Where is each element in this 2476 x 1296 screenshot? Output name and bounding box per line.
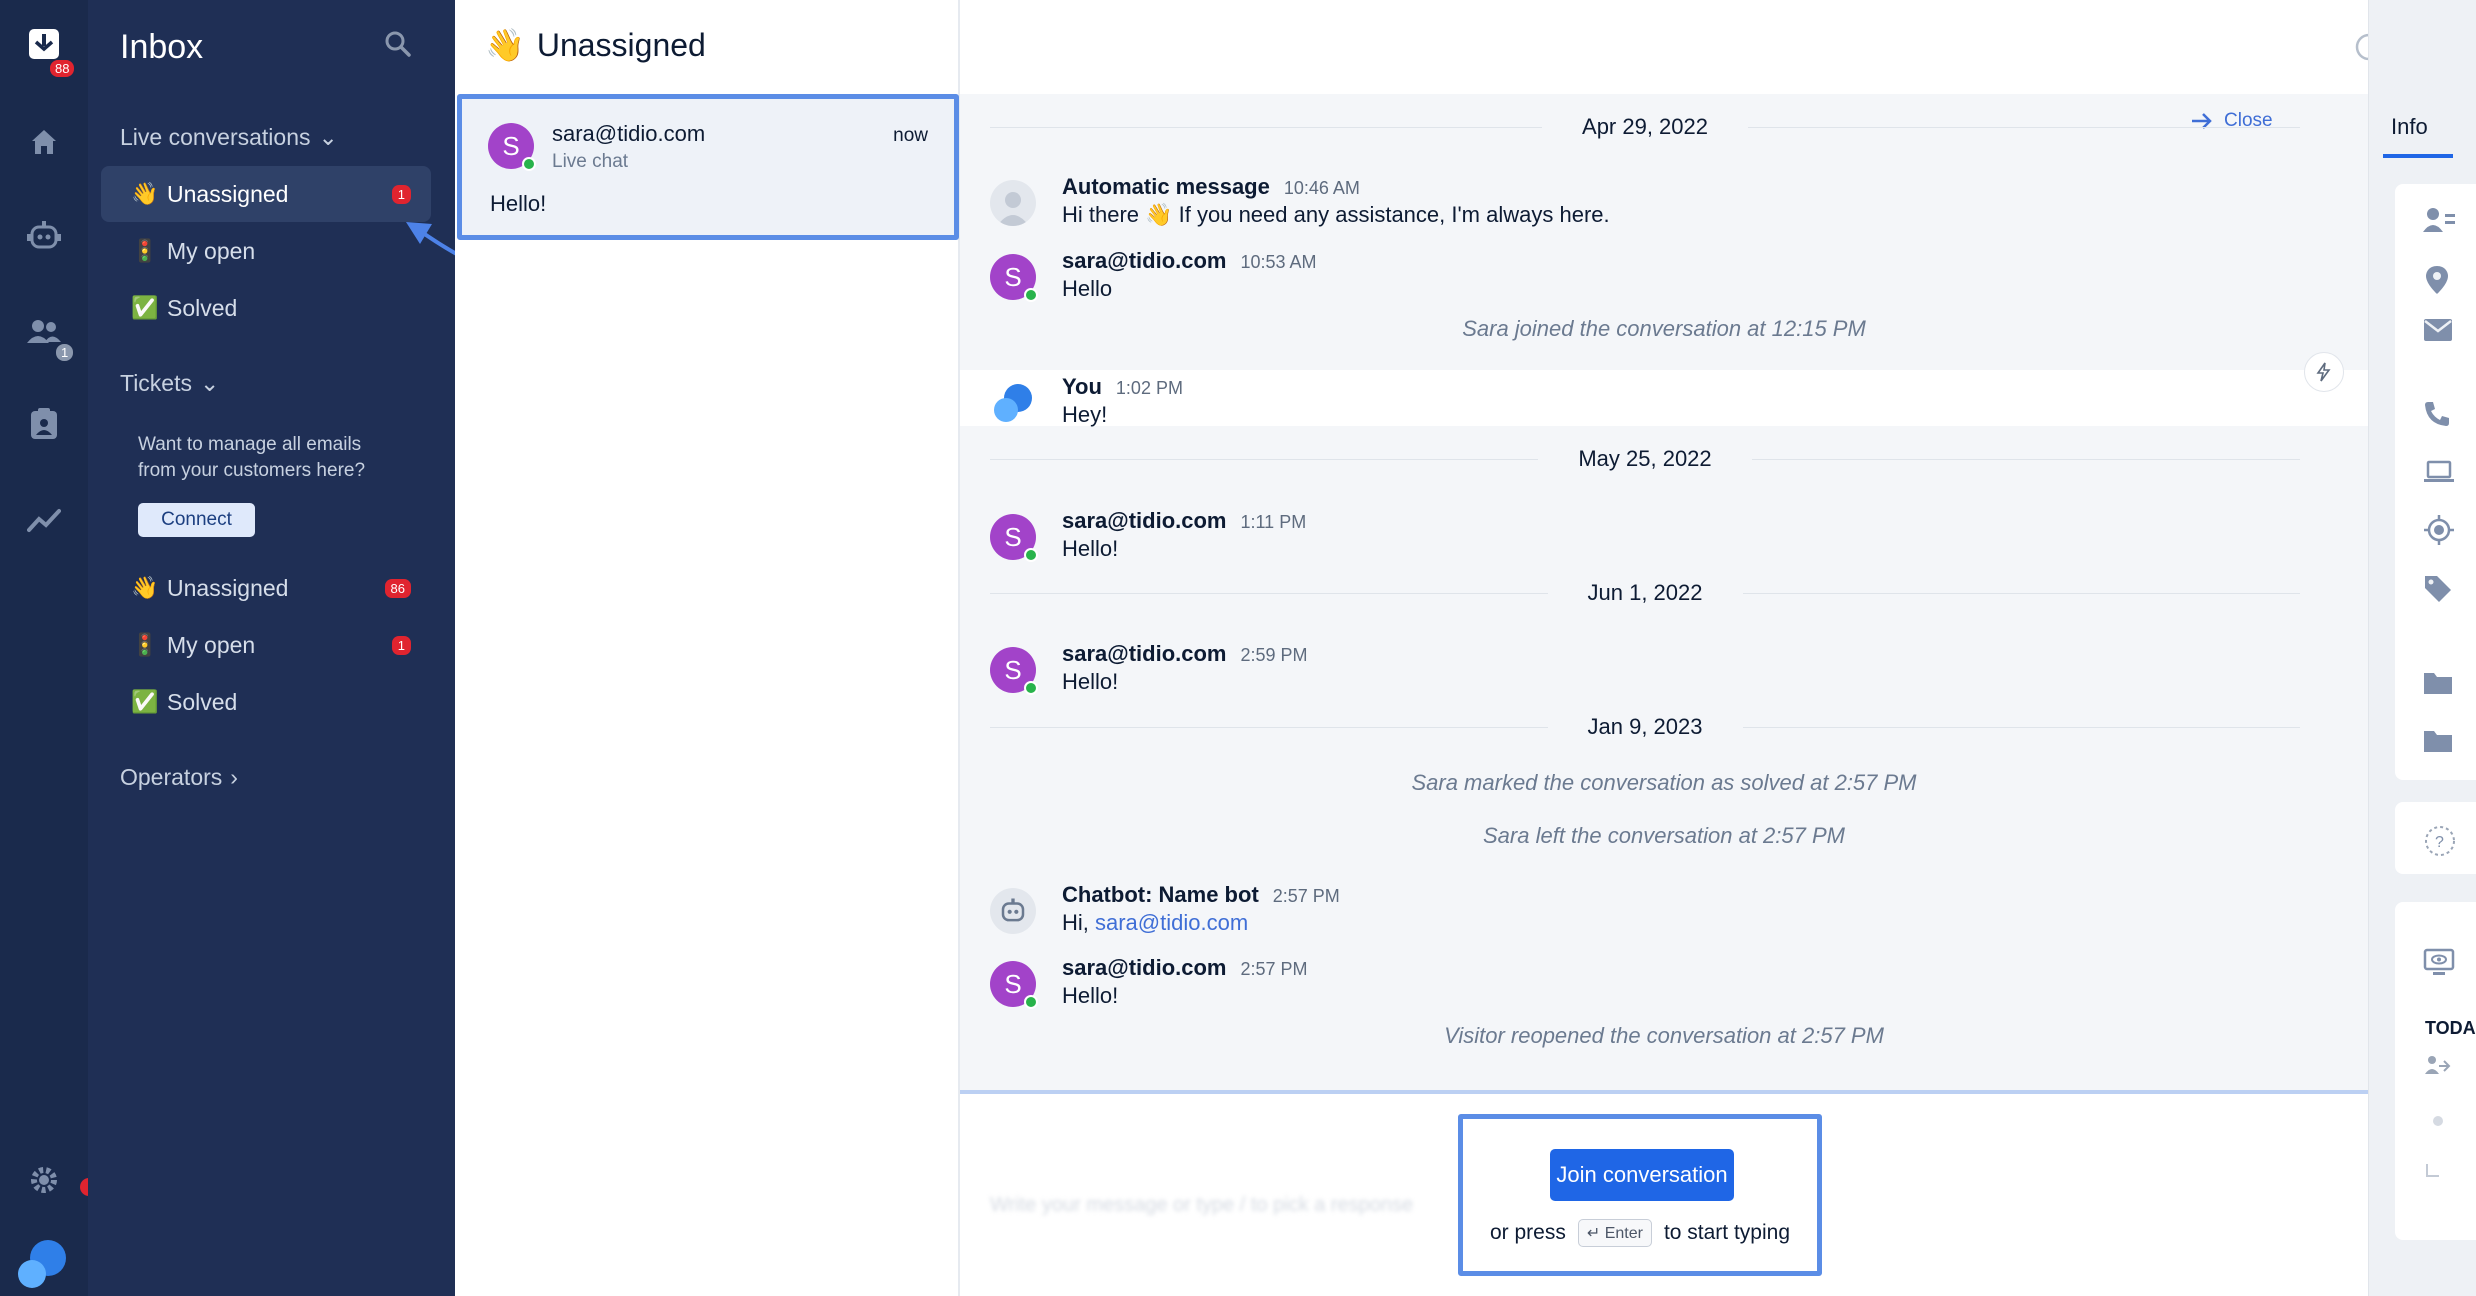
wave-icon: 👋 [485, 27, 525, 63]
tab-underline [2383, 154, 2453, 158]
avatar [990, 180, 1036, 226]
online-status-dot [1024, 681, 1038, 695]
chevron-down-icon: ⌄ [200, 370, 220, 396]
system-message: Visitor reopened the conversation at 2:5… [1444, 1023, 1884, 1048]
analytics-icon[interactable] [24, 500, 64, 540]
avatar: S [990, 647, 1038, 695]
search-icon[interactable] [384, 30, 412, 63]
conversation-email: sara@tidio.com [552, 121, 706, 146]
help-icon[interactable]: ? [2423, 824, 2457, 858]
inbox-icon[interactable] [24, 24, 64, 64]
wave-icon: 👋 [131, 181, 159, 206]
check-icon: ✅ [131, 689, 159, 714]
avatar: S [990, 514, 1038, 562]
traffic-light-icon: 🚦 [131, 238, 159, 263]
inbox-badge: 88 [50, 60, 75, 77]
nav-tickets-unassigned[interactable]: 👋 Unassigned 86 [101, 560, 431, 616]
avatar: S [990, 254, 1038, 302]
date-separator: Apr 29, 2022 [990, 112, 2301, 142]
tickets-my-open-badge: 1 [391, 635, 411, 655]
visitor-arrow-icon [2425, 1056, 2451, 1074]
return-arrow-icon [2426, 1164, 2439, 1177]
chatbot-avatar-icon [990, 888, 1036, 934]
chat-header [960, 0, 2383, 94]
info-panel: Info ? TODA [2368, 0, 2476, 1296]
tickets-promo-text: Want to manage all emails from your cust… [138, 434, 366, 481]
online-status-dot [522, 157, 536, 171]
online-status-dot [1024, 548, 1038, 562]
home-icon[interactable] [24, 122, 64, 162]
svg-text:?: ? [2435, 834, 2444, 851]
nav-tickets-my-open[interactable]: 🚦 My open 1 [101, 617, 431, 673]
chevron-right-icon: › [230, 764, 238, 790]
icon-rail: 88 1 [0, 0, 98, 1296]
system-message: Sara joined the conversation at 12:15 PM [1462, 316, 1866, 341]
target-icon[interactable] [2423, 514, 2455, 546]
message-visitor: S sara@tidio.com 2:57 PM Hello! [990, 955, 2320, 1015]
online-status-dot [1024, 995, 1038, 1009]
traffic-light-icon: 🚦 [131, 632, 159, 657]
operators-header[interactable]: Operators › [120, 764, 238, 791]
sidebar-title: Inbox [120, 28, 204, 66]
nav-live-solved[interactable]: ✅ Solved [101, 280, 431, 336]
wave-icon: 👋 [131, 575, 159, 600]
conversation-card[interactable]: S sara@tidio.com Live chat now Hello! [457, 94, 959, 240]
list-heading: 👋 Unassigned [485, 26, 706, 64]
tag-icon[interactable] [2423, 574, 2453, 604]
monitor-eye-icon[interactable] [2423, 948, 2455, 976]
tidio-logo-icon[interactable] [14, 1236, 68, 1290]
folder-icon[interactable] [2423, 670, 2453, 696]
check-icon: ✅ [131, 295, 159, 320]
chevron-down-icon: ⌄ [318, 124, 338, 150]
conversation-time: now [893, 125, 928, 146]
today-label: TODA [2425, 1018, 2476, 1038]
message-automatic: Automatic message 10:46 AM Hi there 👋 If … [990, 174, 2320, 234]
live-conversations-header[interactable]: Live conversations ⌄ [120, 124, 338, 151]
chat-area: Close Apr 29, 2022 Automatic message 10:4… [960, 0, 2383, 1296]
tickets-unassigned-badge: 86 [384, 578, 411, 598]
email-icon[interactable] [2423, 318, 2453, 342]
operator-avatar-icon [990, 380, 1036, 426]
unassigned-count-badge: 1 [391, 184, 411, 204]
connect-button[interactable]: Connect [138, 503, 255, 537]
bot-icon[interactable] [24, 216, 64, 256]
tickets-icon[interactable] [24, 404, 64, 444]
composer-placeholder: Write your message or type / to pick a r… [990, 1194, 1414, 1216]
message-visitor: S sara@tidio.com 2:59 PM Hello! [990, 641, 2320, 701]
message-visitor: S sara@tidio.com 1:11 PM Hello! [990, 508, 2320, 568]
avatar: S [488, 123, 536, 171]
join-hint: or press ↵ Enter to start typing [1463, 1219, 1817, 1247]
join-conversation-button[interactable]: Join conversation [1550, 1149, 1734, 1201]
folder-icon[interactable] [2423, 728, 2453, 754]
contact-card-icon[interactable] [2423, 206, 2455, 234]
system-message: Sara left the conversation at 2:57 PM [1483, 823, 1845, 848]
enter-key-hint: ↵ Enter [1577, 1219, 1652, 1247]
conversation-channel: Live chat [552, 151, 629, 172]
date-separator: Jun 1, 2022 [990, 578, 2301, 608]
settings-icon[interactable] [24, 1160, 64, 1200]
message-chatbot: Chatbot: Name bot 2:57 PM Hi, sara@tidio.… [990, 882, 2320, 942]
message-visitor: S sara@tidio.com 10:53 AM Hello [990, 248, 2320, 308]
system-message: Sara marked the conversation as solved a… [1411, 770, 1917, 795]
message-operator: You 1:02 PM Hey! [990, 374, 2320, 430]
nav-live-my-open[interactable]: 🚦 My open [101, 223, 431, 279]
email-link[interactable]: sara@tidio.com [1095, 910, 1248, 935]
conversation-preview: Hello! [490, 191, 547, 216]
join-conversation-panel: Join conversation or press ↵ Enter to st… [1458, 1114, 1822, 1276]
location-icon[interactable] [2423, 264, 2451, 296]
contacts-badge: 1 [56, 344, 74, 361]
timeline-dot [2433, 1116, 2443, 1126]
nav-tickets-solved[interactable]: ✅ Solved [101, 674, 431, 730]
laptop-icon[interactable] [2423, 460, 2455, 484]
date-separator: Jan 9, 2023 [990, 712, 2301, 742]
online-status-dot [1024, 288, 1038, 302]
sidebar: Inbox Live conversations ⌄ 👋 Unassigned … [88, 0, 580, 1296]
date-separator: May 25, 2022 [990, 444, 2300, 474]
tab-info[interactable]: Info [2391, 114, 2428, 140]
tickets-header[interactable]: Tickets ⌄ [120, 370, 219, 397]
nav-live-unassigned[interactable]: 👋 Unassigned 1 [101, 166, 431, 222]
avatar: S [990, 961, 1038, 1009]
phone-icon[interactable] [2423, 400, 2451, 428]
conversation-list: 👋 Unassigned S sara@tidio.com Live chat … [455, 0, 960, 1296]
